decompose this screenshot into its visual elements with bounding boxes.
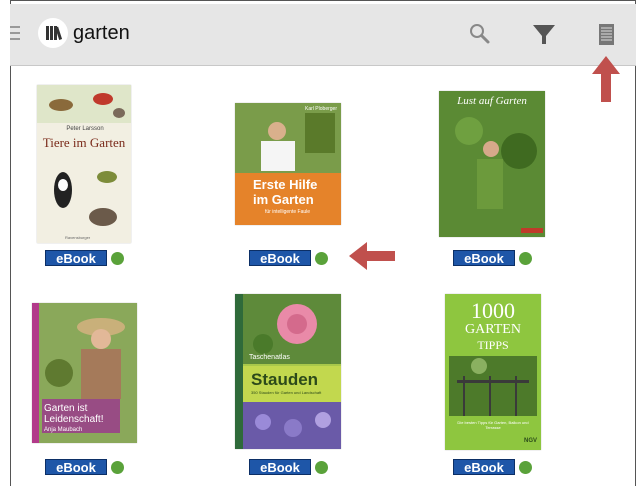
annotation-arrow-left — [349, 242, 395, 270]
cover-title: Tiere im Garten — [42, 135, 126, 150]
cover-spine-band — [32, 303, 39, 443]
cover-title-line2: GARTEN — [465, 322, 521, 337]
list-view-icon[interactable] — [588, 16, 624, 52]
book-cover[interactable]: Peter Larsson Tiere im Garten Ravensburg… — [37, 85, 131, 243]
book-cover[interactable]: 1000 GARTEN TIPPS Die besten Tipps für G… — [445, 294, 541, 450]
ebook-badge: eBook — [45, 250, 107, 266]
cover-illustration — [37, 155, 131, 235]
ebook-badge: eBook — [249, 250, 311, 266]
book-cover[interactable]: Lust auf Garten — [439, 91, 545, 237]
cover-subtitle: für intelligente Faule — [265, 209, 311, 215]
book-cover[interactable]: Garten ist Leidenschaft! Anja Maubach — [32, 303, 137, 443]
cover-title-line2: Leidenschaft! — [44, 414, 104, 425]
filter-icon[interactable] — [526, 16, 562, 52]
cover-photo — [439, 91, 545, 237]
cover-kicker: Taschenatlas — [249, 354, 290, 361]
publisher-logo — [521, 228, 543, 233]
availability-indicator — [315, 461, 328, 474]
cover-photo — [235, 103, 341, 173]
availability-indicator — [315, 252, 328, 265]
cover-subtitle: Die besten Tipps für Garten, Balkon und … — [457, 420, 529, 430]
availability-indicator — [519, 461, 532, 474]
cover-author: Peter Larsson — [66, 126, 104, 132]
cover-publisher: NGV — [523, 438, 537, 444]
annotation-arrow-up — [592, 56, 620, 102]
search-icon[interactable] — [462, 16, 498, 52]
menu-icon[interactable] — [10, 26, 20, 42]
cover-title-line2: im Garten — [253, 192, 314, 207]
cover-title: Stauden — [251, 370, 319, 389]
ebook-badge: eBook — [453, 459, 515, 475]
cover-title-line1: Garten ist — [44, 403, 88, 414]
cover-author: Anja Maubach — [44, 427, 83, 433]
ebook-badge: eBook — [249, 459, 311, 475]
library-logo-icon[interactable] — [38, 18, 68, 48]
book-cover[interactable]: Karl Ploberger Erste Hilfe im Garten für… — [235, 103, 341, 225]
cover-title-line1: 1000 — [471, 298, 515, 323]
cover-photo — [449, 356, 537, 416]
search-query-text[interactable]: garten — [73, 22, 130, 45]
cover-title-line3: TIPPS — [477, 338, 509, 352]
cover-publisher: Ravensburger — [65, 235, 91, 240]
ebook-badge: eBook — [45, 459, 107, 475]
cover-spine-band — [235, 294, 243, 449]
top-toolbar: garten — [10, 4, 636, 66]
availability-indicator — [519, 252, 532, 265]
book-cover[interactable]: Taschenatlas Stauden 350 Stauden für Gar… — [235, 294, 341, 449]
availability-indicator — [111, 252, 124, 265]
cover-subtitle: 350 Stauden für Garten und Landschaft — [251, 390, 322, 395]
cover-photo-bottom — [243, 402, 341, 449]
availability-indicator — [111, 461, 124, 474]
cover-title-line1: Erste Hilfe — [253, 177, 318, 192]
ebook-badge: eBook — [453, 250, 515, 266]
cover-title: Lust auf Garten — [457, 95, 527, 107]
cover-illustration — [37, 85, 131, 123]
cover-author: Karl Ploberger — [305, 106, 337, 112]
